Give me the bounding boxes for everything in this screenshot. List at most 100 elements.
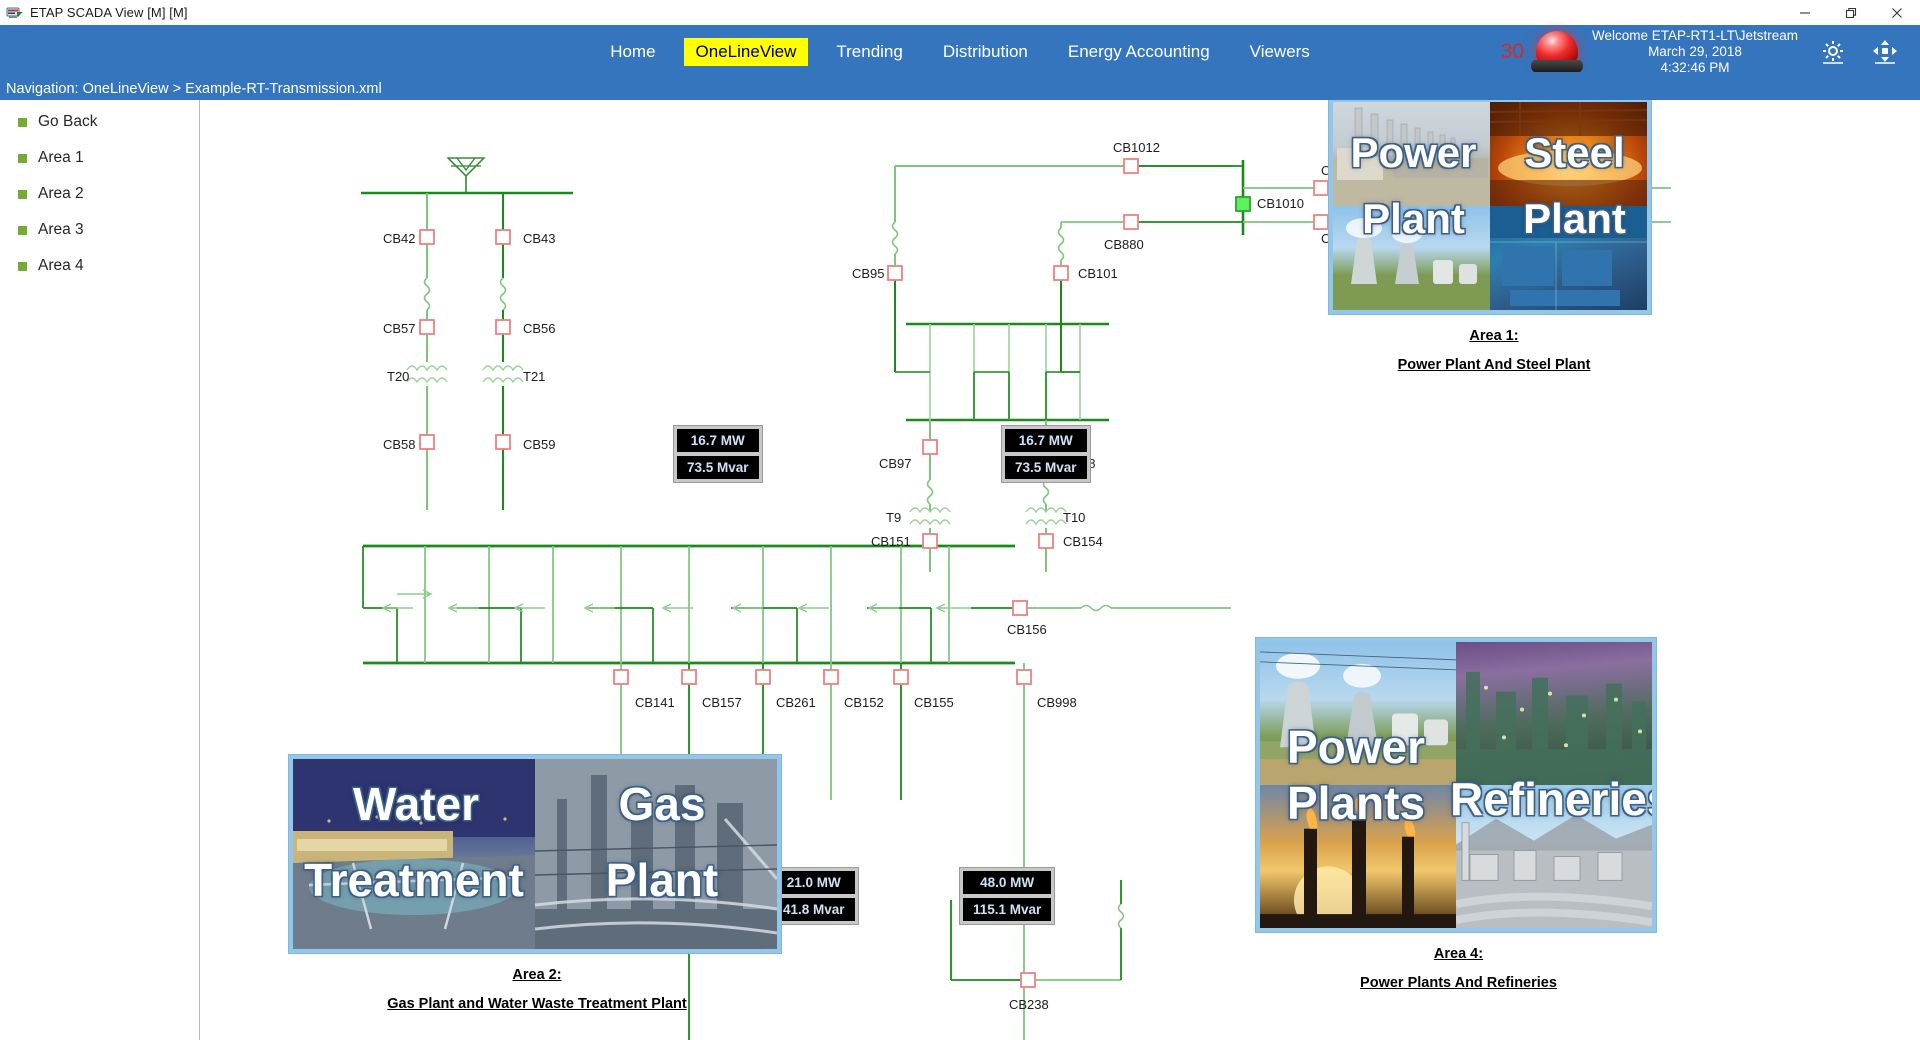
flare-stacks-sunset-photo [1260,785,1456,928]
breaker-CB152[interactable] [823,669,839,685]
cooling-towers-photo [1333,206,1490,310]
nav-item-energy-accounting[interactable]: Energy Accounting [1056,38,1222,66]
meter-mvar: 73.5 Mvar [677,456,759,479]
sidebar-item-area-4[interactable]: Area 4 [0,248,199,284]
breaker-CB42[interactable] [419,229,435,245]
breaker-CB154[interactable] [1038,533,1054,549]
nav-item-home[interactable]: Home [598,38,667,66]
bullet-icon [18,225,27,235]
oneline-diagram-canvas[interactable]: CB42 CB43 CB57 CB56 T20 T21 CB58 CB59 CB… [201,100,1920,1040]
bullet-icon [18,189,27,199]
label-T10: T10 [1063,510,1086,525]
welcome-date: March 29, 2018 [1648,43,1742,59]
etap-scada-icon [6,5,24,21]
sidebar-item-area-3[interactable]: Area 3 [0,212,199,248]
meter-mvar: 73.5 Mvar [1005,456,1087,479]
breaker-CB261[interactable] [755,669,771,685]
refinery-pipes-day-photo [1456,785,1652,928]
bullet-icon [18,153,27,163]
move-arrows-icon[interactable] [1868,35,1902,69]
label-CB59: CB59 [523,437,556,452]
sidebar-item-area-2[interactable]: Area 2 [0,176,199,212]
sidebar-item-label: Area 2 [38,185,84,202]
breaker-CB58[interactable] [419,434,435,450]
area-2-panel[interactable]: Water Gas Treatment Plant Area 2: Gas Pl… [289,755,785,1012]
breaker-CB156[interactable] [1012,600,1028,616]
label-CB261: CB261 [776,695,816,710]
meter-mw: 21.0 MW [773,871,855,894]
bullet-icon [18,261,27,271]
breaker-CB155[interactable] [893,669,909,685]
power-plant-gas-photo [1333,102,1490,206]
breaker-CB59[interactable] [495,434,511,450]
sidebar-item-area-1[interactable]: Area 1 [0,140,199,176]
label-CB43: CB43 [523,231,556,246]
nav-item-onelineview[interactable]: OneLineView [683,37,809,66]
label-CB57: CB57 [383,321,416,336]
area-2-caption: Area 2: Gas Plant and Water Waste Treatm… [289,967,785,1012]
breaker-CB57[interactable] [419,319,435,335]
steel-yard-photo [1490,206,1647,310]
label-CB1012: CB1012 [1113,140,1160,155]
header-right-cluster: 30 Welcome ETAP-RT1-LT\Jetstream March 2… [1501,25,1920,78]
meter-right-bus[interactable]: 16.7 MW 73.5 Mvar [1001,425,1091,483]
meter-mw: 16.7 MW [677,429,759,452]
label-CB141: CB141 [635,695,675,710]
breaker-CB880[interactable] [1123,214,1139,230]
alarm-count[interactable]: 30 [1501,41,1524,62]
sidebar-item-go-back[interactable]: Go Back [0,104,199,140]
sidebar-item-label: Area 3 [38,221,84,238]
label-CB1010: CB1010 [1257,196,1304,211]
area-2-image[interactable]: Water Gas Treatment Plant [289,755,781,953]
area-1-caption-line2: Power Plant And Steel Plant [1397,357,1591,373]
beacon-dome [1535,30,1578,63]
area-1-panel[interactable]: Power Steel Plant Plant Area 1: Power Pl… [1329,100,1659,373]
breaker-CB56[interactable] [495,319,511,335]
label-CB156: CB156 [1007,622,1047,637]
area-4-caption-line2: Power Plants And Refineries [1360,975,1557,991]
nav-item-distribution[interactable]: Distribution [931,38,1040,66]
steel-mill-photo [1490,102,1647,206]
app-header: Home OneLineView Trending Distribution E… [0,25,1920,78]
meter-mvar: 41.8 Mvar [773,898,855,921]
breaker-CB97[interactable] [922,439,938,455]
area-2-photo-grid [293,759,777,949]
label-CB238: CB238 [1009,997,1049,1012]
nav-item-viewers[interactable]: Viewers [1238,38,1322,66]
close-button[interactable] [1874,0,1920,25]
breaker-CB95[interactable] [887,265,903,281]
water-treatment-photo [293,759,535,949]
breaker-CB263[interactable] [1313,214,1329,230]
breaker-CB1010[interactable] [1235,196,1251,212]
beacon-base [1530,59,1583,72]
label-CB42: CB42 [383,231,416,246]
meter-mw: 16.7 MW [1005,429,1087,452]
restore-button[interactable] [1828,0,1874,25]
breaker-CB1012[interactable] [1123,158,1139,174]
breaker-CB262[interactable] [1313,180,1329,196]
gas-plant-photo [535,759,777,949]
breaker-CB998[interactable] [1016,669,1032,685]
breaker-CB43[interactable] [495,229,511,245]
label-CB58: CB58 [383,437,416,452]
breaker-CB157[interactable] [681,669,697,685]
nav-item-trending[interactable]: Trending [824,38,914,66]
breaker-CB101[interactable] [1053,265,1069,281]
breaker-CB151[interactable] [922,533,938,549]
area-1-caption-line1: Area 1: [1469,328,1519,344]
alarm-beacon-icon[interactable] [1528,29,1586,75]
meter-area4[interactable]: 48.0 MW 115.1 Mvar [959,867,1056,925]
area-4-caption-line1: Area 4: [1433,946,1484,962]
sidebar-item-label: Go Back [38,113,98,130]
minimize-button[interactable] [1782,0,1828,25]
breaker-CB141[interactable] [613,669,629,685]
gear-icon[interactable] [1816,35,1850,69]
area-4-panel[interactable]: Power Refineries Plants Area 4: Power Pl… [1256,638,1661,991]
breaker-CB238[interactable] [1020,972,1036,988]
label-T21: T21 [523,369,546,384]
area-2-caption-line1: Area 2: [512,967,562,983]
area-4-image[interactable]: Power Refineries Plants [1256,638,1656,932]
area-1-caption: Area 1: Power Plant And Steel Plant [1329,328,1659,373]
meter-left-bus[interactable]: 16.7 MW 73.5 Mvar [673,425,763,483]
area-1-image[interactable]: Power Steel Plant Plant [1329,100,1651,314]
